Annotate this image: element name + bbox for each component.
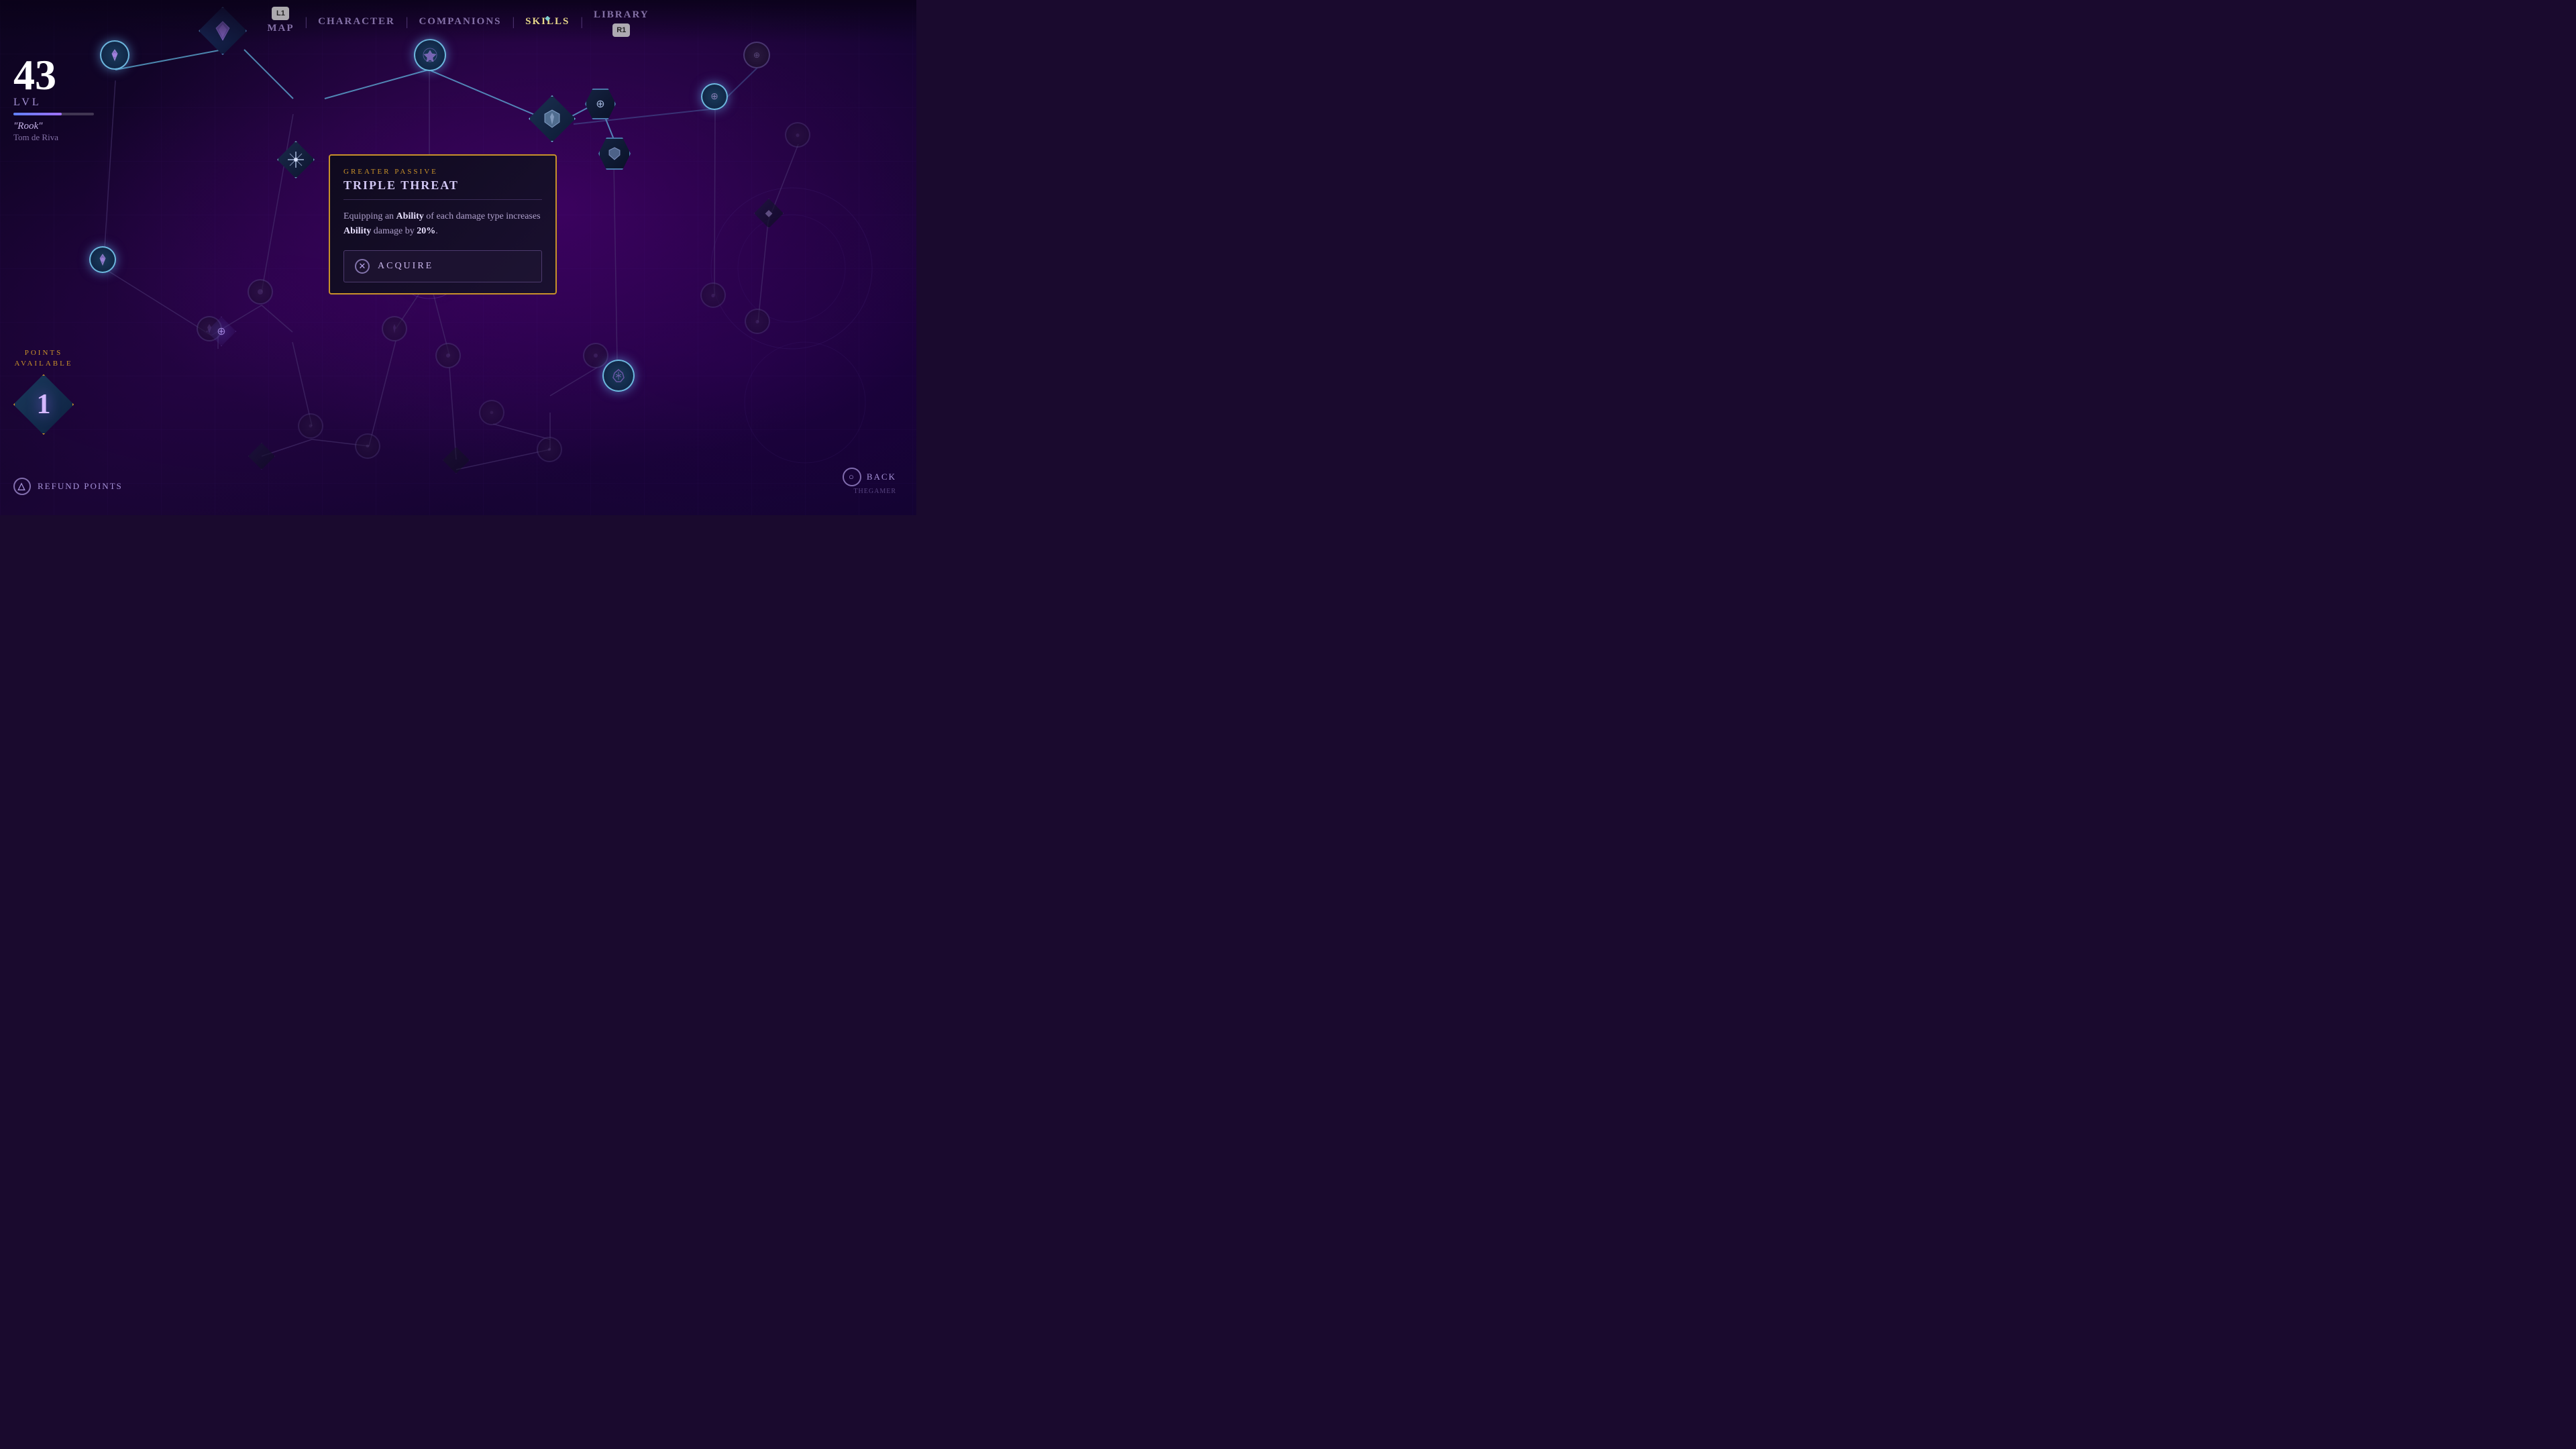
character-panel: 43 LVL "Rook" Tom de Riva (13, 54, 94, 143)
nav-label-character[interactable]: CHARACTER (310, 13, 403, 30)
nav-item-library[interactable]: LIBRARY R1 (586, 7, 657, 37)
character-level: 43 (13, 54, 94, 97)
refund-icon: △ (13, 478, 31, 495)
skill-node-12[interactable] (248, 279, 273, 305)
skill-node-29[interactable]: ● (298, 413, 323, 439)
skill-node-26[interactable]: ● (355, 433, 380, 459)
nav-sep-1: | (303, 15, 311, 29)
navigation-bar: L1 MAP | CHARACTER | COMPANIONS | SKILLS… (0, 0, 916, 43)
skill-node-21[interactable]: ◆ (754, 199, 784, 228)
skill-node-6[interactable]: ⊕ (585, 89, 616, 119)
popup-header: GREATER PASSIVE TRIPLE THREAT (330, 156, 555, 199)
nav-item-companions[interactable]: COMPANIONS (411, 13, 509, 30)
skill-node-24[interactable]: ● (785, 122, 810, 148)
skill-node-22[interactable]: ● (700, 282, 726, 308)
popup-type: GREATER PASSIVE (343, 168, 542, 176)
skill-node-18[interactable] (435, 343, 461, 368)
popup-title: TRIPLE THREAT (343, 178, 542, 193)
character-subname: Tom de Riva (13, 132, 94, 143)
popup-description: Equipping an Ability of each damage type… (330, 200, 555, 250)
acquire-icon: ✕ (355, 259, 370, 274)
nav-label-companions[interactable]: COMPANIONS (411, 13, 509, 30)
nav-label-library[interactable]: LIBRARY (586, 7, 657, 23)
nav-item-skills[interactable]: SKILLS (517, 13, 578, 30)
xp-bar (13, 113, 94, 115)
l1-button: L1 (272, 7, 289, 20)
acquire-button[interactable]: ✕ ACQUIRE (343, 250, 542, 282)
points-diamond: 1 (13, 374, 74, 435)
nav-items: L1 MAP | CHARACTER | COMPANIONS | SKILLS… (259, 7, 657, 37)
nav-label-map[interactable]: MAP (259, 20, 302, 37)
r1-button: R1 (612, 23, 630, 37)
nav-sep-3: | (510, 15, 518, 29)
skill-node-3[interactable] (277, 141, 315, 178)
skill-node-9[interactable]: ⊕ (743, 42, 770, 68)
points-panel: POINTSAVAILABLE 1 (13, 348, 74, 435)
skill-popup: GREATER PASSIVE TRIPLE THREAT Equipping … (329, 154, 557, 294)
character-name: "Rook" (13, 121, 94, 132)
skill-node-16[interactable]: ⊕ (207, 317, 236, 346)
skill-node-20[interactable] (602, 360, 635, 392)
back-label: BACK (867, 472, 896, 482)
refund-label: REFUND POINTS (38, 481, 123, 492)
nav-sep-2: | (403, 15, 411, 29)
points-value: 1 (37, 388, 51, 421)
skill-node-4[interactable] (414, 39, 446, 71)
thegamer-watermark: THEGAMER (853, 488, 896, 495)
nav-item-character[interactable]: CHARACTER (310, 13, 403, 30)
nav-sep-4: | (578, 15, 586, 29)
skill-node-30[interactable]: ● (479, 400, 504, 425)
skill-node-1[interactable] (100, 40, 129, 70)
highlight-ability-2: Ability (343, 226, 371, 236)
skill-node-23[interactable]: ● (745, 309, 770, 334)
refund-button[interactable]: △ REFUND POINTS (13, 478, 123, 495)
skill-node-5[interactable] (529, 95, 576, 142)
skill-node-25[interactable] (248, 443, 275, 470)
nav-item-map[interactable]: L1 MAP (259, 7, 302, 37)
skill-node-27[interactable] (443, 447, 470, 474)
back-circle-icon: ○ (843, 468, 861, 486)
highlight-percent: 20% (417, 226, 435, 236)
skill-node-7[interactable] (598, 138, 631, 170)
xp-fill (13, 113, 62, 115)
skill-node-8[interactable]: ⊕ (701, 83, 728, 110)
nav-label-skills[interactable]: SKILLS (517, 13, 578, 30)
highlight-ability-1: Ability (396, 211, 424, 221)
acquire-label: ACQUIRE (378, 261, 433, 272)
skill-node-28[interactable]: ● (537, 437, 562, 462)
skill-node-17[interactable] (382, 316, 407, 341)
back-button[interactable]: ○ BACK THEGAMER (843, 468, 896, 495)
skill-node-10[interactable] (89, 246, 116, 273)
points-label: POINTSAVAILABLE (14, 348, 72, 369)
